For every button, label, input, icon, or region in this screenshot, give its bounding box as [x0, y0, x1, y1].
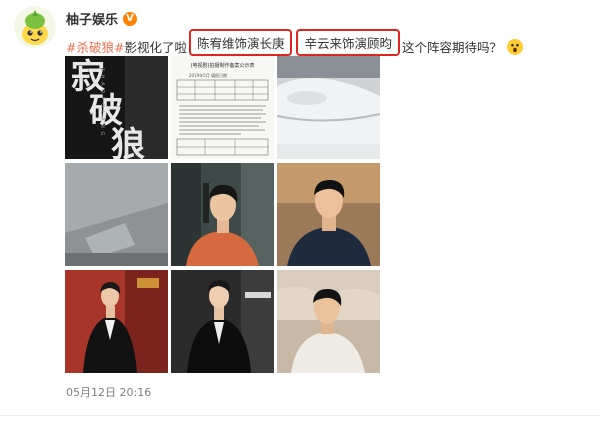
grid-image-navy-jacket[interactable] — [277, 163, 380, 266]
post-timestamp-link[interactable]: 05月12日 20:16 — [66, 384, 151, 400]
highlight-box-casting-1: 陈宥维饰演长庚 — [188, 29, 293, 56]
avatar[interactable] — [14, 6, 56, 48]
grid-image-orange-sweater[interactable] — [171, 163, 274, 266]
avatar-mascot-icon — [14, 6, 56, 48]
verified-badge-icon: V — [123, 11, 138, 26]
grid-image-document[interactable]: (电视剧)拍摄制作备案公示表 2019年5月 填报日期 — [171, 56, 274, 159]
username-row: 柚子娱乐 V — [66, 9, 138, 28]
surprised-emoji-icon — [507, 38, 524, 55]
poster-subtitle: S H A O P O L A N G — [99, 68, 105, 137]
grid-image-tuxedo[interactable] — [65, 270, 168, 373]
post-text-question: 这个阵容期待吗？ — [402, 40, 503, 55]
grid-image-misty[interactable] — [65, 163, 168, 266]
hashtag-link[interactable]: #杀破狼# — [66, 37, 124, 56]
grid-image-car[interactable] — [277, 56, 380, 159]
grid-image-poster[interactable]: 寂 破 狼 S H A O P O L A N G — [65, 56, 168, 159]
separator — [0, 415, 600, 416]
poster-title-char: 狼 — [111, 125, 145, 159]
grid-image-outdoor[interactable] — [277, 270, 380, 373]
post-text-segment: 影视化了啦 — [124, 40, 187, 55]
image-grid: 寂 破 狼 S H A O P O L A N G (电视剧)拍摄制作备案公示表… — [65, 56, 381, 374]
grid-image-black-suit[interactable] — [171, 270, 274, 373]
poster-title: 寂 破 狼 — [71, 60, 145, 159]
username-link[interactable]: 柚子娱乐 — [66, 9, 118, 28]
highlight-box-casting-2: 辛云来饰演顾昀 — [296, 29, 400, 56]
